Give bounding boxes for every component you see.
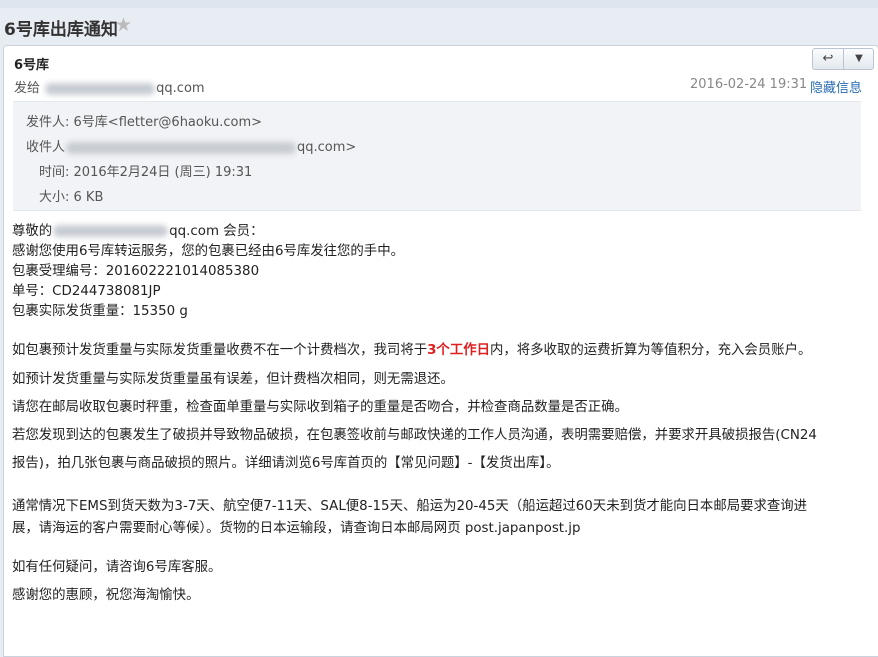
redacted-member: [53, 225, 169, 237]
hide-info-link[interactable]: 隐藏信息: [810, 77, 862, 96]
tracking-number: 单号：CD244738081JP: [12, 284, 161, 299]
mail-date: 2016-02-24 19:31: [690, 77, 808, 92]
damage-paragraph-1: 若您发现到达的包裹发生了破损并导致物品破损，在包裹签收前与邮政快递的工作人员沟通…: [12, 428, 817, 443]
mail-title-bar: 6号库出库通知 ★: [0, 8, 878, 46]
recipient-line: 发给 qq.com: [14, 77, 205, 96]
to-value: qq.com>: [297, 140, 357, 155]
to-label: 收件人: [26, 140, 66, 155]
no-refund-paragraph: 如预计发货重量与实际发货重量虽有误差，但计费档次相同，则无需退还。: [12, 372, 454, 387]
to-row: 收件人 qq.com>: [26, 136, 356, 155]
damage-paragraph-2: 报告)，拍几张包裹与商品破损的照片。详细请浏览6号库首页的【常见问题】-【发货出…: [12, 456, 560, 471]
refund-text-a: 如包裹预计发货重量与实际发货重量收费不在一个计费档次，我司将于: [12, 343, 428, 358]
package-weight: 包裹实际发货重量：15350 g: [12, 304, 188, 319]
weigh-paragraph: 请您在邮局收取包裹时秤重，检查面单重量与实际收到箱子的重量是否吻合，并检查商品数…: [12, 400, 628, 415]
closing-line: 感谢您的惠顾，祝您海淘愉快。: [12, 588, 200, 603]
thanks-line: 感谢您使用6号库转运服务，您的包裹已经由6号库发往您的手中。: [12, 244, 404, 259]
reply-icon[interactable]: ↩: [813, 49, 844, 69]
redacted-recipient: [66, 141, 297, 154]
size-value: 6 KB: [73, 190, 104, 205]
from-label: 发件人:: [26, 115, 70, 130]
contact-line: 如有任何疑问，请咨询6号库客服。: [12, 560, 222, 575]
star-icon[interactable]: ★: [115, 14, 132, 36]
redacted-address: [45, 82, 156, 95]
receipt-number: 包裹受理编号：201602221014085380: [12, 264, 260, 279]
sender-name: 6号库: [14, 58, 50, 73]
time-label: 时间:: [39, 165, 70, 180]
chevron-down-icon[interactable]: ▼: [844, 49, 874, 69]
top-strip: [0, 0, 878, 8]
refund-text-b: 内，将多收取的运费折算为等值积分，充入会员账户。: [490, 343, 812, 358]
reply-button-group: ↩ ▼: [812, 48, 874, 70]
size-row: 大小: 6 KB: [39, 186, 103, 205]
time-value: 2016年2月24日 (周三) 19:31: [73, 165, 253, 180]
refund-paragraph: 如包裹预计发货重量与实际发货重量收费不在一个计费档次，我司将于3个工作日内，将多…: [12, 338, 811, 358]
to-prefix: 发给: [14, 81, 41, 96]
from-value: 6号库<fletter@6haoku.com>: [73, 115, 263, 130]
shipping-paragraph-2: 展，请海运的客户需要耐心等候）。货物的日本运输段，请查询日本邮局网页 post.…: [12, 521, 581, 536]
greeting-prefix: 尊敬的: [12, 224, 53, 239]
greeting-suffix: qq.com 会员：: [169, 224, 264, 239]
header-details: 发件人: 6号库<fletter@6haoku.com> 收件人 qq.com> …: [13, 101, 861, 211]
refund-highlight: 3个工作日: [427, 343, 490, 358]
time-row: 时间: 2016年2月24日 (周三) 19:31: [39, 161, 252, 180]
size-label: 大小:: [39, 190, 70, 205]
greeting: 尊敬的 qq.com 会员：: [12, 219, 263, 239]
shipping-paragraph-1: 通常情况下EMS到货天数为3-7天、航空便7-11天、SAL便8-15天、船运为…: [12, 499, 808, 514]
to-visible: qq.com: [156, 81, 205, 96]
mail-subject: 6号库出库通知: [4, 20, 118, 40]
from-row: 发件人: 6号库<fletter@6haoku.com>: [26, 111, 262, 130]
